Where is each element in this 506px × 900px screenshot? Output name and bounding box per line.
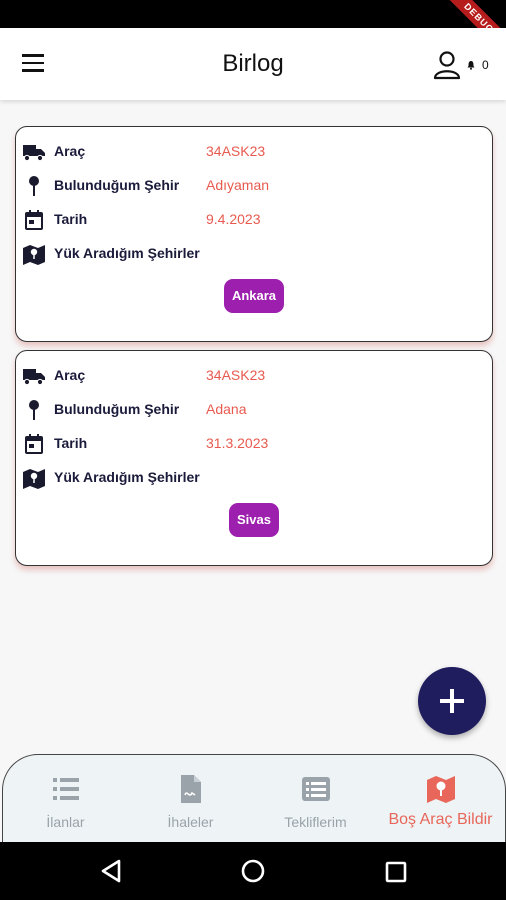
vehicle-value: 34ASK23 — [206, 143, 266, 159]
city-chip[interactable]: Ankara — [224, 279, 284, 313]
vehicle-label: Araç — [54, 367, 86, 383]
cities-label: Yük Aradığım Şehirler — [54, 245, 200, 261]
list-icon — [52, 778, 79, 800]
app-bar: Birlog 0 — [0, 28, 506, 100]
home-icon[interactable] — [240, 858, 266, 884]
date-row: Tarih 31.3.2023 — [16, 431, 492, 457]
nav-item-tekliflerim[interactable]: Tekliflerim — [253, 755, 378, 843]
nav-label: İlanlar — [46, 814, 85, 830]
location-row: Bulunduğum Şehir Adıyaman — [16, 173, 492, 199]
location-value: Adana — [206, 401, 247, 417]
date-label: Tarih — [54, 211, 88, 227]
notification-count: 0 — [482, 58, 489, 72]
nav-label: Tekliflerim — [284, 814, 347, 830]
status-bar: DEBUG — [0, 0, 506, 63]
profile-icon[interactable] — [432, 50, 462, 80]
truck-icon — [23, 369, 45, 386]
pin-icon — [29, 400, 39, 420]
vehicle-card[interactable]: Araç 34ASK23 Bulunduğum Şehir Adıyaman T… — [15, 126, 493, 342]
map-icon — [23, 469, 45, 489]
map-icon — [426, 776, 455, 803]
nav-item-bos-arac-bildir[interactable]: Boş Araç Bildir — [378, 755, 503, 843]
calendar-icon — [25, 434, 43, 454]
pin-icon — [29, 176, 39, 196]
nav-label: Boş Araç Bildir — [388, 811, 493, 828]
vehicle-card[interactable]: Araç 34ASK23 Bulunduğum Şehir Adana Tari… — [15, 350, 493, 566]
map-icon — [23, 245, 45, 265]
city-chip[interactable]: Sivas — [229, 503, 279, 537]
location-row: Bulunduğum Şehir Adana — [16, 397, 492, 423]
nav-item-ilanlar[interactable]: İlanlar — [3, 755, 128, 843]
back-icon[interactable] — [98, 858, 124, 884]
add-button[interactable] — [418, 667, 486, 735]
bottom-navigation: İlanlar İhaleler Tekliflerim Boş Araç Bi… — [2, 754, 506, 843]
location-label: Bulunduğum Şehir — [54, 177, 180, 193]
bell-icon[interactable] — [466, 60, 476, 70]
vehicle-value: 34ASK23 — [206, 367, 266, 383]
date-label: Tarih — [54, 435, 88, 451]
recent-apps-icon[interactable] — [384, 860, 408, 884]
truck-icon — [23, 145, 45, 162]
system-navigation-bar — [0, 842, 506, 900]
calendar-icon — [25, 210, 43, 230]
date-value: 9.4.2023 — [206, 211, 261, 227]
vehicle-row: Araç 34ASK23 — [16, 363, 492, 389]
cities-label: Yük Aradığım Şehirler — [54, 469, 200, 485]
document-icon — [180, 775, 201, 803]
date-row: Tarih 9.4.2023 — [16, 207, 492, 233]
cities-row: Yük Aradığım Şehirler — [16, 465, 492, 491]
cities-row: Yük Aradığım Şehirler — [16, 241, 492, 267]
offers-list-icon — [301, 777, 330, 801]
date-value: 31.3.2023 — [206, 435, 269, 451]
vehicle-label: Araç — [54, 143, 86, 159]
location-value: Adıyaman — [206, 177, 270, 193]
page-title: Birlog — [222, 50, 284, 77]
nav-item-ihaleler[interactable]: İhaleler — [128, 755, 253, 843]
nav-label: İhaleler — [167, 814, 214, 830]
location-label: Bulunduğum Şehir — [54, 401, 180, 417]
vehicle-row: Araç 34ASK23 — [16, 139, 492, 165]
